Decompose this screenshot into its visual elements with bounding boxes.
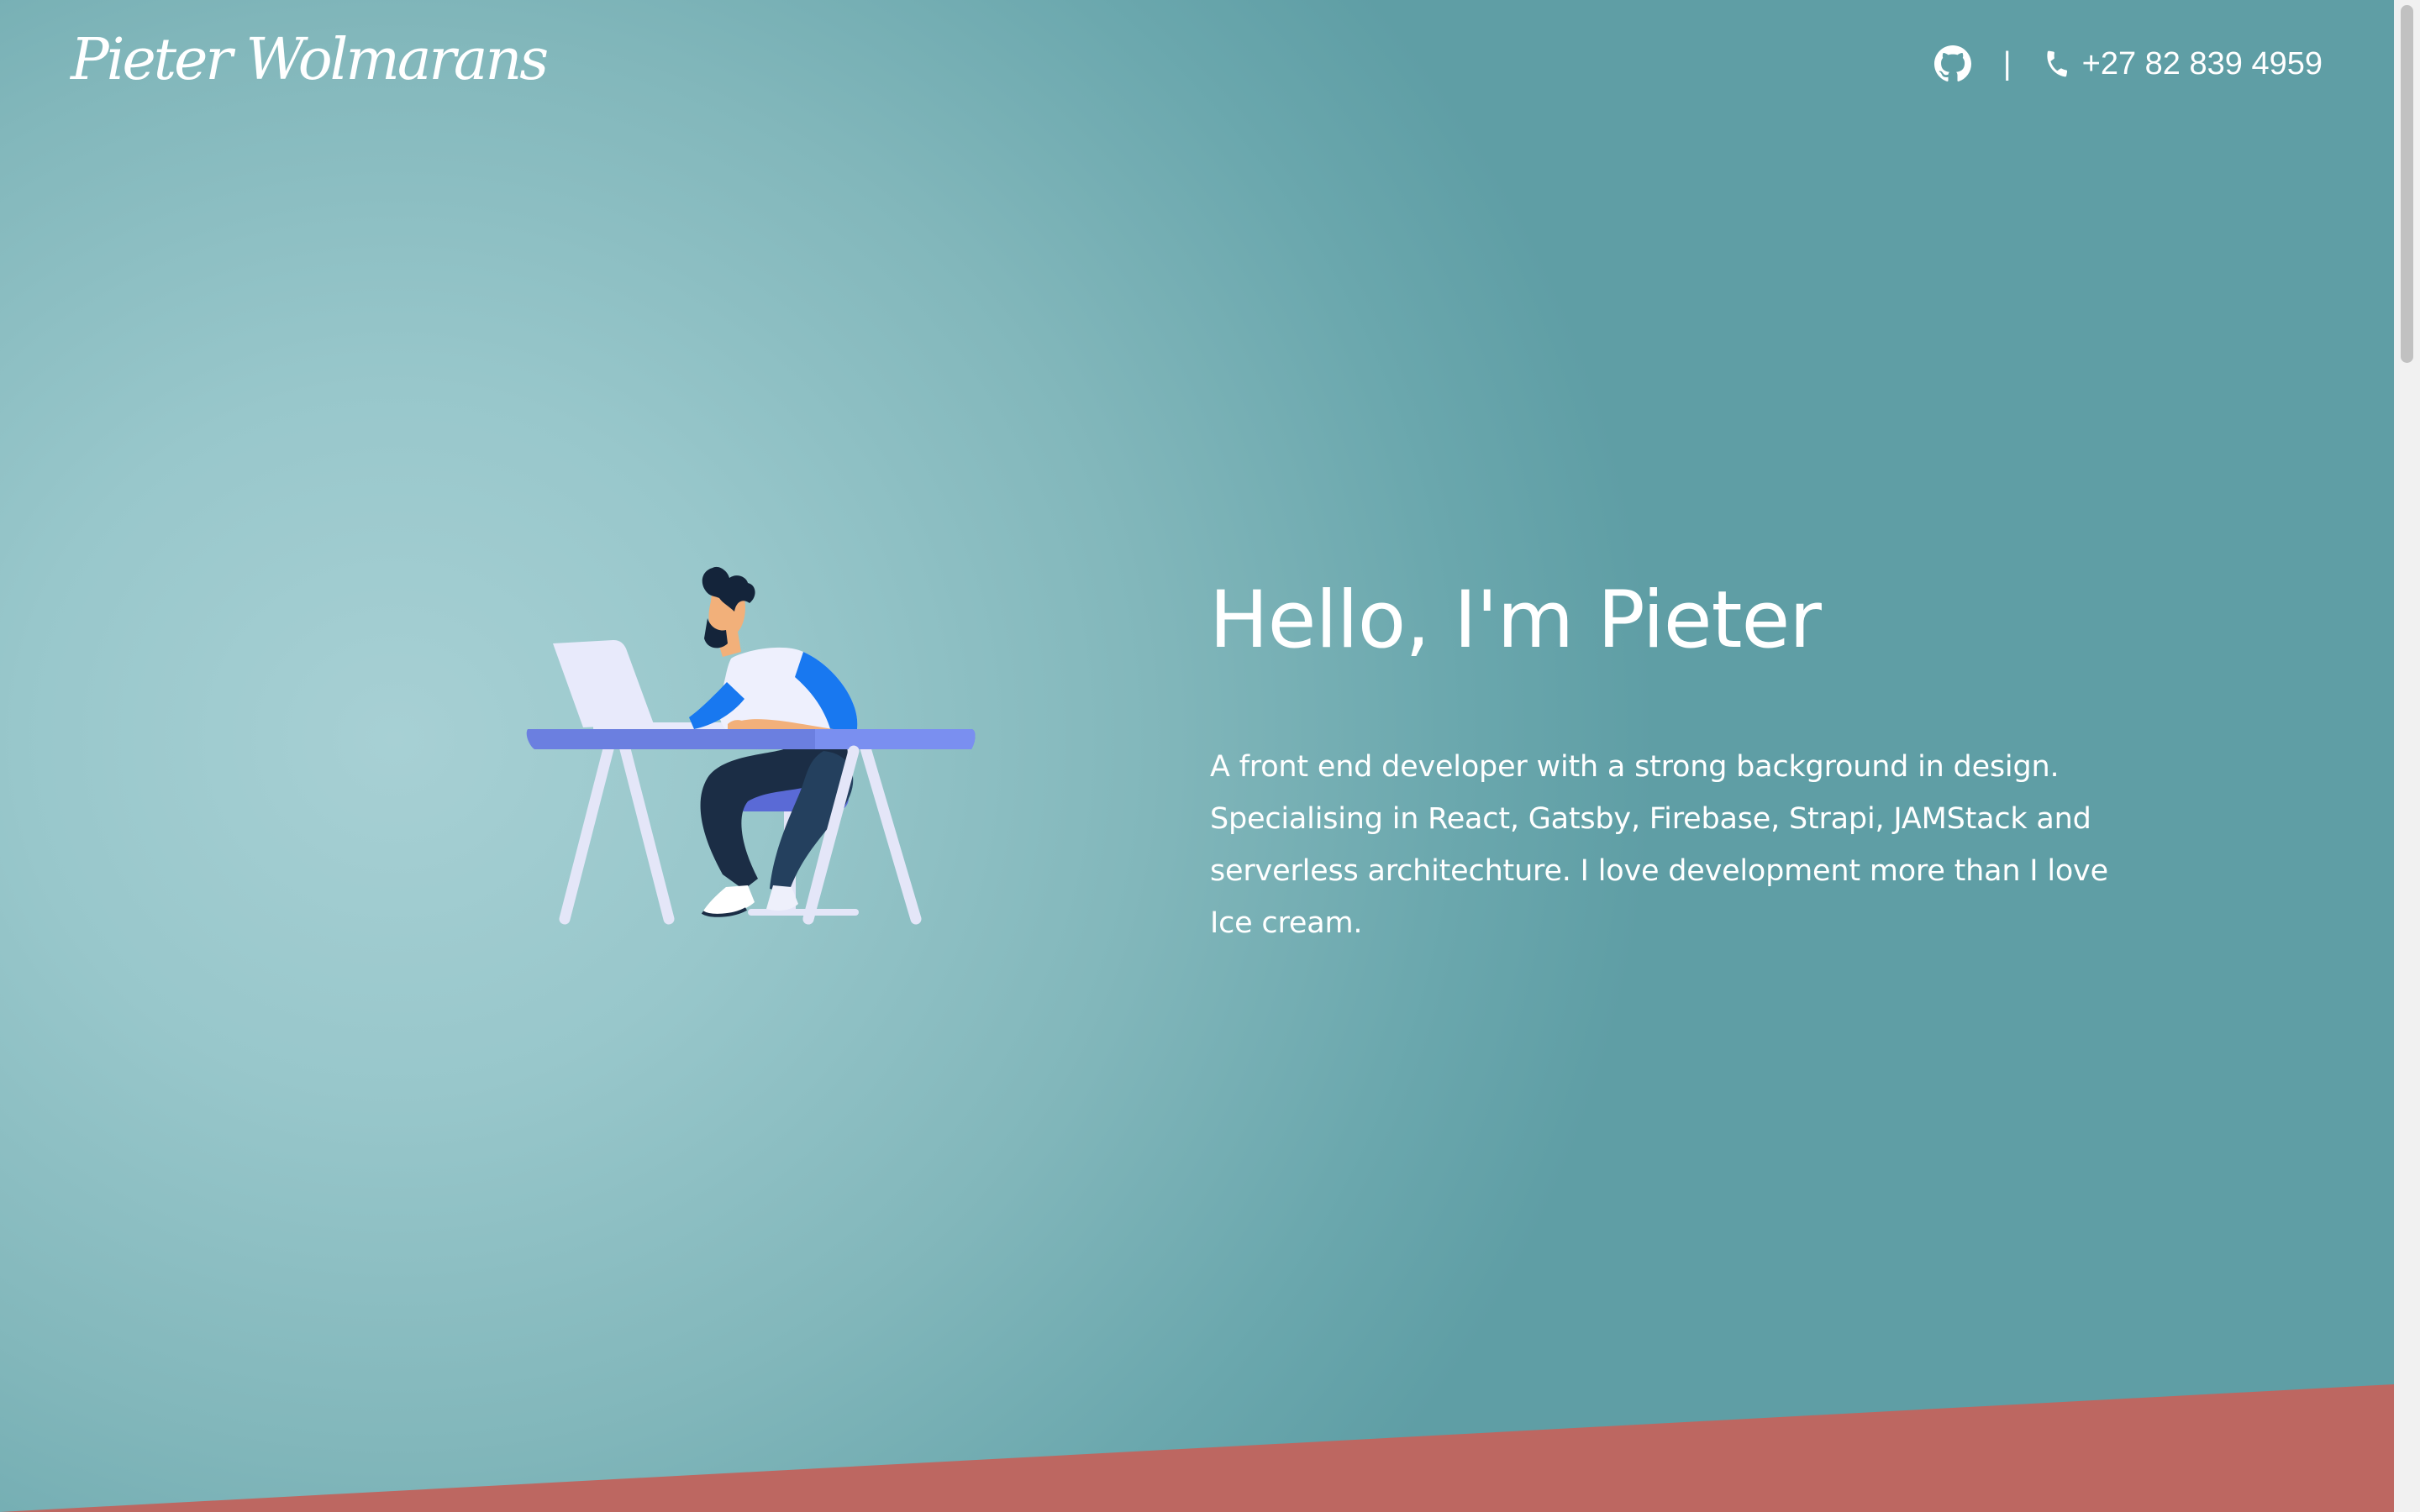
top-nav: | +27 82 839 4959: [1933, 45, 2323, 82]
nav-separator: |: [2002, 45, 2012, 81]
phone-link[interactable]: +27 82 839 4959: [2082, 46, 2323, 82]
site-logo[interactable]: Pieter Wolmarans: [71, 32, 549, 89]
scrollbar[interactable]: [2394, 0, 2420, 1512]
phone-icon: [2042, 49, 2072, 79]
hero-intro: A front end developer with a strong back…: [1210, 750, 2108, 940]
hero-section: Pieter Wolmarans | +27 82 839 4959 Hello…: [0, 0, 2394, 1512]
page: Pieter Wolmarans | +27 82 839 4959 Hello…: [0, 0, 2420, 1512]
hero-headline: Hello, I'm Pieter: [1209, 575, 1822, 666]
github-icon[interactable]: [1933, 45, 1971, 82]
section-divider: [0, 1384, 2394, 1512]
scrollbar-thumb[interactable]: [2401, 5, 2413, 363]
developer-at-desk-illustration: [521, 534, 983, 954]
